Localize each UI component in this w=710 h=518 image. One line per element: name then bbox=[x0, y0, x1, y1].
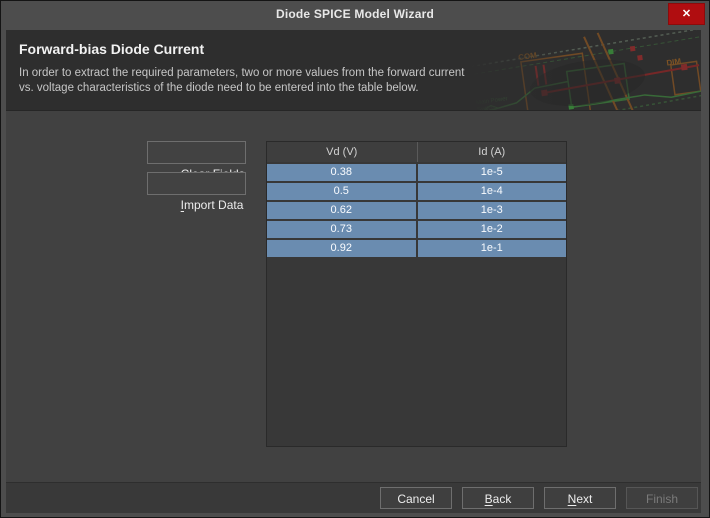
wizard-footer: Cancel Back Next Finish bbox=[6, 482, 701, 513]
table-row: 0.92 1e-1 bbox=[267, 240, 566, 257]
id-cell[interactable]: 1e-5 bbox=[418, 164, 567, 181]
dialog-window: Diode SPICE Model Wizard ✕ Forward-bias … bbox=[0, 0, 710, 518]
import-data-button[interactable]: Import Data bbox=[147, 172, 246, 195]
id-cell[interactable]: 1e-3 bbox=[418, 202, 567, 219]
next-button[interactable]: Next bbox=[544, 487, 616, 509]
circuit-schematic-image: COM COM DIM Main Power Switch bbox=[471, 30, 701, 111]
wizard-body: Clear Fields Import Data Vd (V) Id (A) 0… bbox=[6, 111, 701, 482]
table-row: 0.38 1e-5 bbox=[267, 164, 566, 181]
table-row: 0.73 1e-2 bbox=[267, 221, 566, 238]
finish-button[interactable]: Finish bbox=[626, 487, 698, 509]
vd-cell[interactable]: 0.73 bbox=[267, 221, 416, 238]
column-header-vd: Vd (V) bbox=[267, 142, 417, 162]
description-line1: In order to extract the required paramet… bbox=[19, 67, 465, 79]
vd-cell[interactable]: 0.92 bbox=[267, 240, 416, 257]
svg-text:DIM: DIM bbox=[666, 57, 682, 68]
clear-fields-button[interactable]: Clear Fields bbox=[147, 141, 246, 164]
column-header-id: Id (A) bbox=[417, 142, 567, 162]
titlebar[interactable]: Diode SPICE Model Wizard bbox=[2, 1, 708, 29]
close-button[interactable]: ✕ bbox=[668, 3, 705, 25]
id-cell[interactable]: 1e-4 bbox=[418, 183, 567, 200]
dialog-content: Forward-bias Diode Current In order to e… bbox=[6, 30, 701, 513]
vd-cell[interactable]: 0.62 bbox=[267, 202, 416, 219]
page-title: Forward-bias Diode Current bbox=[19, 41, 204, 57]
window-title: Diode SPICE Model Wizard bbox=[2, 1, 708, 28]
description-line2: vs. voltage characteristics of the diode… bbox=[19, 82, 419, 94]
table-header-row: Vd (V) Id (A) bbox=[267, 142, 566, 162]
id-cell[interactable]: 1e-1 bbox=[418, 240, 567, 257]
back-button[interactable]: Back bbox=[462, 487, 534, 509]
wizard-header: Forward-bias Diode Current In order to e… bbox=[6, 30, 701, 111]
id-cell[interactable]: 1e-2 bbox=[418, 221, 567, 238]
cancel-button[interactable]: Cancel bbox=[380, 487, 452, 509]
close-icon: ✕ bbox=[682, 8, 691, 20]
table-row: 0.5 1e-4 bbox=[267, 183, 566, 200]
iv-data-table[interactable]: Vd (V) Id (A) 0.38 1e-5 0.5 1e-4 0.62 1e… bbox=[266, 141, 567, 447]
vd-cell[interactable]: 0.5 bbox=[267, 183, 416, 200]
table-row: 0.62 1e-3 bbox=[267, 202, 566, 219]
vd-cell[interactable]: 0.38 bbox=[267, 164, 416, 181]
page-description: In order to extract the required paramet… bbox=[19, 66, 465, 96]
